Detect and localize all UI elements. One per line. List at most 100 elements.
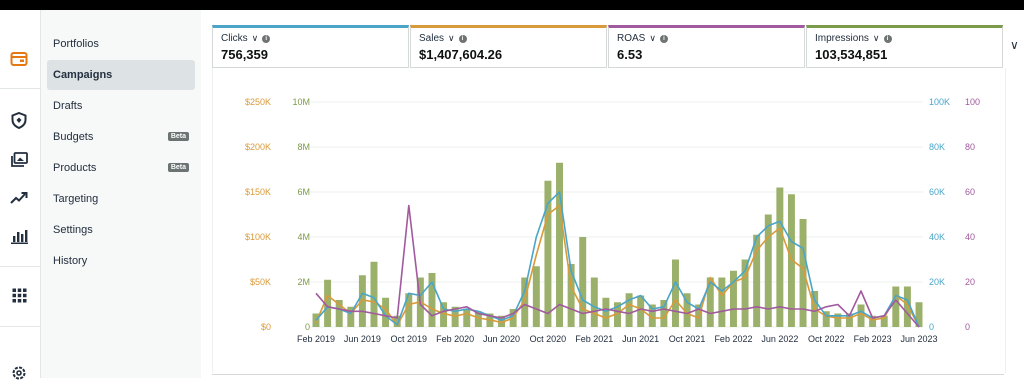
y-tick-label: 40 [965,232,975,242]
y-tick-label: $250K [245,97,271,107]
chevron-down-icon[interactable]: ∨ [448,33,455,44]
trend-icon[interactable] [8,187,30,209]
info-icon[interactable]: i [883,34,892,43]
y-tick-label: 8M [297,142,310,152]
bottom-divider [212,374,1004,379]
x-tick-label: Feb 2021 [575,334,613,344]
x-tick-label: Jun 2022 [761,334,798,344]
x-tick-label: Feb 2023 [854,334,892,344]
impressions-bar [718,277,726,327]
campaign-subnav: Portfolios Campaigns Drafts Budgets Beta … [41,10,201,378]
x-tick-label: Jun 2019 [344,334,381,344]
y-tick-label: 6M [297,187,310,197]
impressions-bar [556,162,563,327]
y-tick-label: 0 [929,322,934,332]
impressions-bar [521,277,529,327]
impressions-bar [892,286,900,327]
nav-item-label: Targeting [53,193,99,205]
nav-item-portfolios[interactable]: Portfolios [47,29,195,59]
x-tick-label: Jun 2023 [900,334,937,344]
nav-item-campaigns[interactable]: Campaigns [47,60,195,90]
settings-icon[interactable] [8,362,30,384]
expand-chevron-icon[interactable]: ∨ [1010,38,1019,52]
impressions-bar [463,309,471,327]
x-tick-label: Feb 2022 [714,334,752,344]
impressions-bar [764,214,772,327]
performance-chart: $0 $50K $100K $150K $200K $250K 0 2M 4M 6M 8M 10M 0 2… [212,68,1006,373]
nav-item-label: History [53,255,88,267]
info-icon[interactable]: i [262,34,271,43]
y-tick-label: 2M [297,277,310,287]
x-tick-label: Feb 2019 [297,334,335,344]
metric-card-clicks[interactable]: Clicks ∨ i 756,359 [212,25,409,68]
x-tick-label: Feb 2020 [436,334,474,344]
nav-item-targeting[interactable]: Targeting [47,184,195,214]
y-tick-label: 20 [965,277,975,287]
metric-card-roas[interactable]: ROAS ∨ i 6.53 [608,25,805,68]
y-tick-label: 80K [929,142,945,152]
y-tick-label: 4M [297,232,310,242]
metric-value: 103,534,851 [815,47,888,62]
chevron-down-icon[interactable]: ∨ [252,33,259,44]
metric-label: Impressions [815,33,869,44]
y-tick-label: 0 [305,322,310,332]
nav-item-label: Products [53,162,97,174]
x-tick-label: Oct 2022 [808,334,845,344]
y-tick-label: 100 [965,97,980,107]
chevron-down-icon[interactable]: ∨ [873,33,880,44]
x-tick-label: Oct 2021 [669,334,706,344]
metric-label: Clicks [221,33,248,44]
y-tick-label: $50K [250,277,271,287]
impressions-bar [532,266,540,327]
info-icon[interactable]: i [458,34,467,43]
x-tick-label: Jun 2021 [622,334,659,344]
beta-badge: Beta [167,163,189,172]
chart-svg: $0 $50K $100K $150K $200K $250K 0 2M 4M 6M 8M 10M 0 2… [245,97,980,344]
y-tick-label: 0 [965,322,970,332]
apps-grid-icon[interactable] [8,284,30,306]
impressions-bar [428,273,436,327]
campaign-manager-icon[interactable] [8,48,30,70]
icon-rail [0,10,41,380]
y-tick-label: $200K [245,142,271,152]
metric-value: $1,407,604.26 [419,47,503,62]
y-tick-label: 100K [929,97,950,107]
x-tick-label: Jun 2020 [483,334,520,344]
metric-card-impressions[interactable]: Impressions ∨ i 103,534,851 [806,25,1003,68]
nav-item-drafts[interactable]: Drafts [47,91,195,121]
y-tick-label: 10M [292,97,310,107]
nav-item-label: Drafts [53,100,83,112]
top-bar [0,0,1024,10]
nav-item-budgets[interactable]: Budgets Beta [47,122,195,152]
nav-item-label: Campaigns [53,69,113,81]
impressions-bar [799,219,807,327]
metric-label: ROAS [617,33,646,44]
nav-item-history[interactable]: History [47,246,195,276]
impressions-bar [602,297,610,327]
y-tick-label: 60 [965,187,975,197]
y-tick-label: $0 [261,322,271,332]
y-tick-label: 60K [929,187,945,197]
nav-item-products[interactable]: Products Beta [47,153,195,183]
metric-value: 756,359 [221,47,268,62]
y-tick-label: $100K [245,232,271,242]
chevron-down-icon[interactable]: ∨ [649,33,656,44]
metric-value: 6.53 [617,47,643,62]
nav-item-settings[interactable]: Settings [47,215,195,245]
impressions-bar [590,277,598,327]
y-tick-label: 40K [929,232,945,242]
y-tick-label: 80 [965,142,975,152]
x-tick-label: Oct 2019 [391,334,428,344]
metric-card-sales[interactable]: Sales ∨ i $1,407,604.26 [410,25,607,68]
metric-label: Sales [419,33,445,44]
shield-icon[interactable] [8,109,30,131]
bar-chart-icon[interactable] [8,225,30,247]
info-icon[interactable]: i [659,34,668,43]
x-tick-label: Oct 2020 [530,334,567,344]
impressions-bar [857,304,865,327]
media-icon[interactable] [8,148,30,170]
impressions-bar [370,261,378,327]
beta-badge: Beta [167,132,189,141]
impressions-bar [672,259,679,327]
y-tick-label: $150K [245,187,271,197]
